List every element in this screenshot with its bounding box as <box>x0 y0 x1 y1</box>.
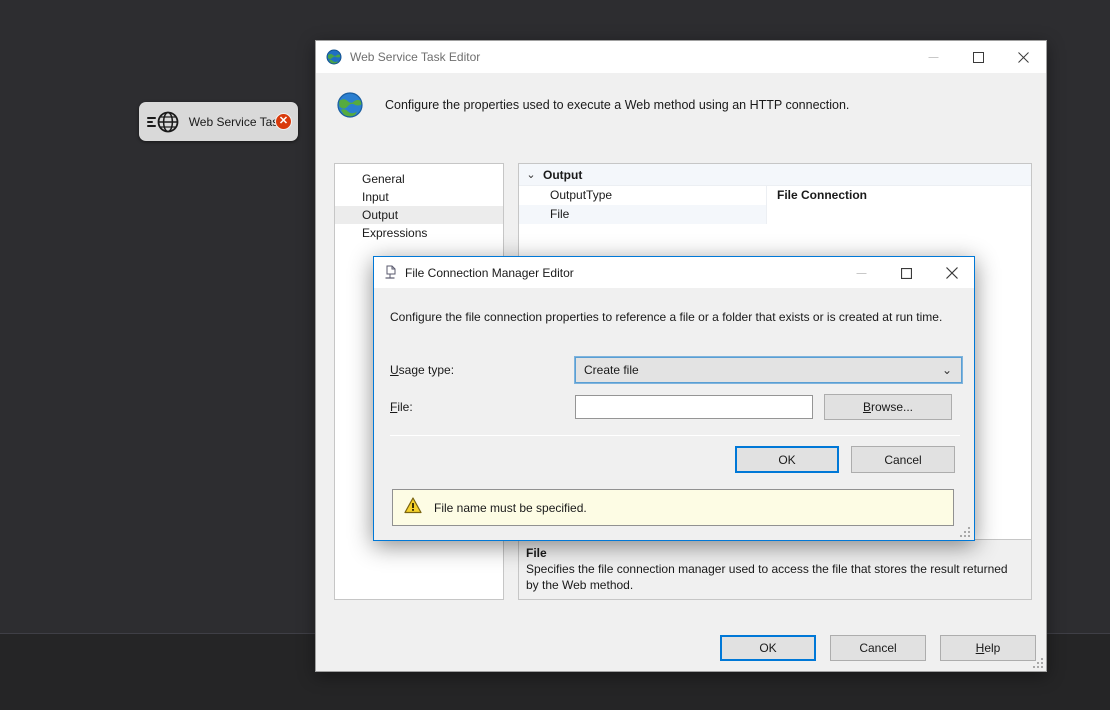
file-row: File: Browse... <box>390 394 952 420</box>
web-service-task-editor-header-text: Configure the properties used to execute… <box>385 98 849 112</box>
cancel-button[interactable]: Cancel <box>830 635 926 661</box>
close-button[interactable] <box>1001 41 1046 73</box>
property-grid-category-label: Output <box>543 168 582 182</box>
help-button-mnemonic: H <box>976 641 985 655</box>
minimize-button[interactable] <box>839 257 884 289</box>
sidebar-item-output[interactable]: Output <box>335 206 503 224</box>
file-connection-manager-editor-description: Configure the file connection properties… <box>374 288 974 324</box>
help-button[interactable]: Help <box>940 635 1036 661</box>
help-button-label: elp <box>984 641 1000 655</box>
ok-button[interactable]: OK <box>735 446 839 473</box>
globe-icon <box>326 49 342 65</box>
task-bars-icon <box>147 115 156 129</box>
chevron-down-icon[interactable]: ⌄ <box>519 168 543 181</box>
file-input[interactable] <box>575 395 813 419</box>
maximize-button[interactable] <box>956 41 1001 73</box>
web-service-task-editor-header: Configure the properties used to execute… <box>316 73 1046 137</box>
sidebar-item-general[interactable]: General <box>335 170 503 188</box>
maximize-button[interactable] <box>884 257 929 289</box>
web-service-task-editor-footer: OK Cancel Help <box>316 624 1048 672</box>
browse-button[interactable]: Browse... <box>824 394 952 420</box>
usage-type-value: Create file <box>584 363 639 377</box>
property-value-outputtype[interactable]: File Connection <box>767 186 1031 205</box>
divider <box>390 435 960 436</box>
file-connection-manager-editor-dialog: File Connection Manager Editor Configure… <box>373 256 975 541</box>
file-label: File: <box>390 400 575 414</box>
window-controls <box>911 41 1046 73</box>
property-description-pane: File Specifies the file connection manag… <box>518 539 1032 600</box>
usage-type-label: Usage type: <box>390 363 575 377</box>
validation-warning-bar: File name must be specified. <box>392 489 954 526</box>
window-controls <box>839 257 974 289</box>
property-grid-category-output[interactable]: ⌄ Output <box>519 164 1031 186</box>
property-value-file[interactable] <box>767 205 1031 224</box>
file-connection-manager-editor-titlebar[interactable]: File Connection Manager Editor <box>374 257 974 288</box>
usage-type-select[interactable]: Create file ⌄ <box>575 357 962 383</box>
resize-grip-icon[interactable] <box>1033 658 1044 669</box>
property-row-outputtype[interactable]: OutputType File Connection <box>519 186 1031 205</box>
close-button[interactable] <box>929 257 974 289</box>
usage-type-label-rest: sage type: <box>399 363 454 377</box>
property-row-file[interactable]: File <box>519 205 1031 224</box>
property-description-text: Specifies the file connection manager us… <box>526 561 1021 593</box>
warning-triangle-icon <box>404 497 422 519</box>
usage-type-row: Usage type: Create file ⌄ <box>390 357 962 383</box>
property-name-file: File <box>519 205 767 224</box>
task-error-badge[interactable]: ✕ <box>275 113 292 130</box>
web-service-task-shape[interactable]: Web Service Task ✕ <box>139 102 298 141</box>
file-label-rest: ile: <box>397 400 412 414</box>
sidebar-item-expressions[interactable]: Expressions <box>335 224 503 242</box>
property-description-title: File <box>526 546 1021 560</box>
property-name-outputtype: OutputType <box>519 186 767 205</box>
globe-icon <box>337 92 363 118</box>
browse-button-label: rowse... <box>871 400 913 414</box>
browse-button-mnemonic: B <box>863 400 871 414</box>
cancel-button[interactable]: Cancel <box>851 446 955 473</box>
chevron-down-icon: ⌄ <box>942 363 952 377</box>
file-connection-icon <box>383 265 397 281</box>
usage-type-mnemonic: U <box>390 363 399 377</box>
file-connection-manager-editor-title: File Connection Manager Editor <box>405 266 574 280</box>
resize-grip-icon[interactable] <box>960 527 971 538</box>
ok-button[interactable]: OK <box>720 635 816 661</box>
sidebar-item-input[interactable]: Input <box>335 188 503 206</box>
web-service-task-editor-title: Web Service Task Editor <box>350 50 480 64</box>
minimize-button[interactable] <box>911 41 956 73</box>
web-service-task-editor-titlebar[interactable]: Web Service Task Editor <box>316 41 1046 73</box>
warning-text: File name must be specified. <box>434 501 587 515</box>
